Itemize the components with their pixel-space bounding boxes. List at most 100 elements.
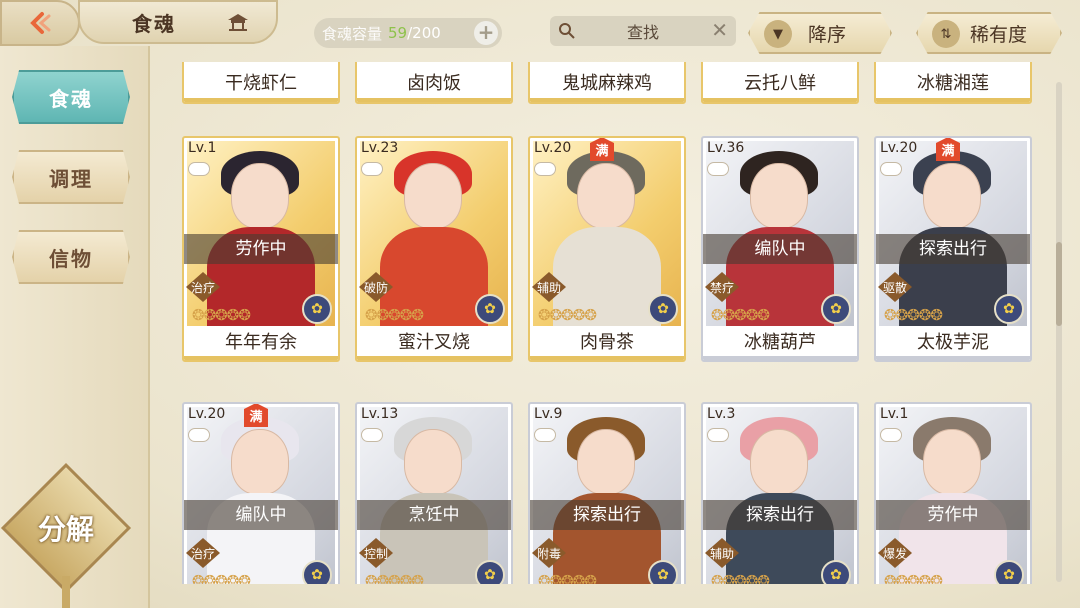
bowl-icon [880,162,902,176]
sort-arrows-icon: ⇅ [932,20,960,48]
star-icon: ❂ [895,572,909,584]
food-soul-card[interactable]: Lv.20 满编队中 治疗 ❂❂❂❂❂ ✿ [182,402,340,584]
scrollbar[interactable] [1056,82,1062,582]
card-name: 蜜汁叉烧 [357,326,511,360]
star-icon: ❂ [238,572,251,584]
star-icon: ❂ [365,306,378,324]
star-icon: ❂ [203,306,217,324]
decompose-label: 分解 [37,513,94,546]
character-face [923,429,981,495]
top-card[interactable]: 冰糖湘莲 [874,62,1032,104]
character-face [231,429,289,495]
sort-button[interactable]: ▼ 降序 [748,12,892,54]
element-emblem-icon: ✿ [994,560,1024,584]
star-icon: ❂ [722,572,736,584]
capacity-label: 食魂容量 [322,24,383,43]
star-rating: ❂❂❂❂❂ [711,306,770,324]
food-soul-card[interactable]: Lv.23 破防 ❂❂❂❂❂ ✿ 蜜汁叉烧 [355,136,513,362]
search-placeholder: 查找 [626,23,659,42]
star-icon: ❂ [411,306,424,324]
sidebar-item-food-soul[interactable]: 食魂 [12,70,130,124]
star-icon: ❂ [388,572,401,584]
status-banner: 烹饪中 [357,500,511,530]
star-icon: ❂ [918,572,932,584]
status-banner: 探索出行 [530,500,684,530]
food-soul-card[interactable]: Lv.20 满探索出行 驱散 ❂❂❂❂❂ ✿ 太极芋泥 [874,136,1032,362]
star-icon: ❂ [203,572,217,584]
star-icon: ❂ [376,306,390,324]
top-card[interactable]: 云托八鲜 [701,62,859,104]
pavilion-icon [226,12,248,32]
star-rating: ❂❂❂❂❂ [538,306,597,324]
close-icon[interactable]: ✕ [711,18,728,42]
food-soul-grid: 干烧虾仁 卤肉饭 鬼城麻辣鸡 云托八鲜 冰糖湘莲 Lv.1 劳作中 治疗 ❂❂❂❂❂ ✿… [150,62,1050,584]
back-button[interactable] [0,0,80,46]
tassel-decoration [62,576,70,608]
status-banner: 劳作中 [876,500,1030,530]
star-icon: ❂ [238,306,251,324]
star-icon: ❂ [561,572,574,584]
star-icon: ❂ [192,572,205,584]
food-soul-card[interactable]: Lv.13 烹饪中 控制 ❂❂❂❂❂ ✿ [355,402,513,584]
food-soul-card[interactable]: Lv.36 编队中 禁疗 ❂❂❂❂❂ ✿ 冰糖葫芦 [701,136,859,362]
star-icon: ❂ [711,572,724,584]
star-icon: ❂ [757,306,770,324]
character-face [577,429,635,495]
capacity-current: 59 [388,24,408,42]
card-name: 干烧虾仁 [184,66,338,102]
star-icon: ❂ [711,306,724,324]
sidebar-item-token[interactable]: 信物 [12,230,130,284]
character-face [577,163,635,229]
star-rating: ❂❂❂❂❂ [538,572,597,584]
bowl-icon [707,428,729,442]
sidebar-item-cooking[interactable]: 调理 [12,150,130,204]
level-label: Lv.20 [534,140,572,156]
star-icon: ❂ [930,306,943,324]
star-icon: ❂ [226,306,240,324]
star-icon: ❂ [918,306,932,324]
star-icon: ❂ [411,572,424,584]
food-soul-card[interactable]: Lv.1 劳作中 治疗 ❂❂❂❂❂ ✿ 年年有余 [182,136,340,362]
level-label: Lv.23 [361,140,399,156]
bowl-icon [534,162,556,176]
food-soul-card[interactable]: Lv.1 劳作中 爆发 ❂❂❂❂❂ ✿ [874,402,1032,584]
capacity-display: 食魂容量 59 /200 + [314,18,502,48]
level-label: Lv.9 [534,406,563,422]
status-banner: 编队中 [703,234,857,264]
top-card[interactable]: 卤肉饭 [355,62,513,104]
star-icon: ❂ [215,572,228,584]
scrollbar-thumb[interactable] [1056,242,1062,326]
plus-icon[interactable]: + [474,21,498,45]
status-banner: 探索出行 [703,500,857,530]
star-icon: ❂ [399,306,413,324]
food-soul-card[interactable]: Lv.9 探索出行 附毒 ❂❂❂❂❂ ✿ [528,402,686,584]
bowl-icon [534,428,556,442]
star-rating: ❂❂❂❂❂ [365,572,424,584]
element-emblem-icon: ✿ [821,294,851,324]
rarity-button[interactable]: ⇅ 稀有度 [916,12,1062,54]
triangle-down-icon: ▼ [764,20,792,48]
element-emblem-icon: ✿ [821,560,851,584]
card-name: 云托八鲜 [703,66,857,102]
search-input[interactable]: 查找 ✕ [550,16,736,46]
star-icon: ❂ [399,572,413,584]
star-icon: ❂ [538,306,551,324]
card-name: 冰糖湘莲 [876,66,1030,102]
star-icon: ❂ [745,306,759,324]
food-soul-card[interactable]: Lv.3 探索出行 辅助 ❂❂❂❂❂ ✿ [701,402,859,584]
card-name: 冰糖葫芦 [703,326,857,360]
rarity-label: 稀有度 [970,23,1028,46]
bowl-icon [361,162,383,176]
top-card[interactable]: 干烧虾仁 [182,62,340,104]
top-card[interactable]: 鬼城麻辣鸡 [528,62,686,104]
bowl-icon [188,428,210,442]
star-icon: ❂ [538,572,551,584]
element-emblem-icon: ✿ [475,294,505,324]
card-name: 肉骨茶 [530,326,684,360]
star-icon: ❂ [734,572,747,584]
star-icon: ❂ [561,306,574,324]
element-emblem-icon: ✿ [648,294,678,324]
card-name: 太极芋泥 [876,326,1030,360]
food-soul-card[interactable]: Lv.20 满辅助 ❂❂❂❂❂ ✿ 肉骨茶 [528,136,686,362]
character-face [750,163,808,229]
